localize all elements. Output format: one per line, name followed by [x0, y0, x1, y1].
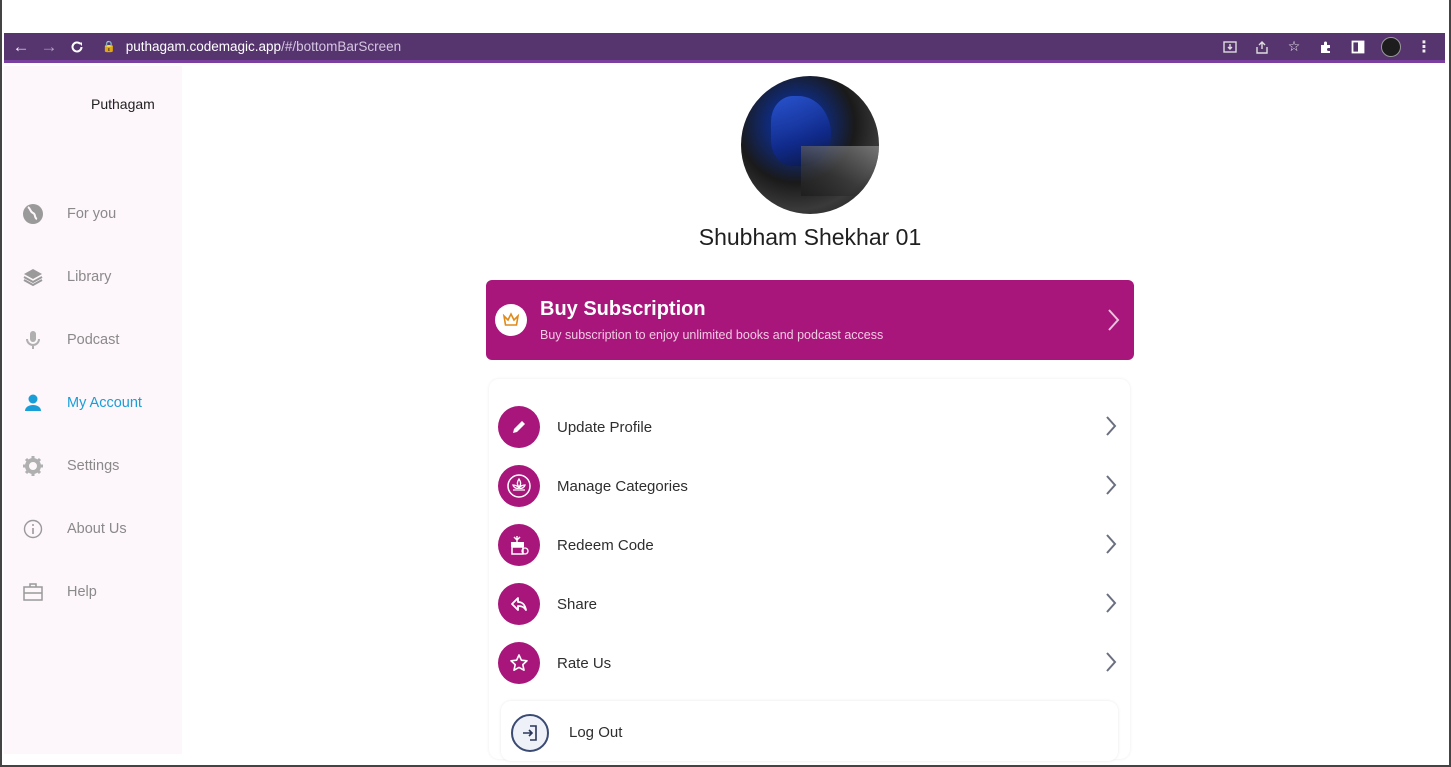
sidebar-item-label: About Us [67, 521, 127, 537]
sidebar-item-label: For you [67, 206, 117, 222]
buy-subscription-card[interactable]: Buy Subscription Buy subscription to enj… [486, 280, 1134, 360]
sidebar: Puthagam For you Library Podcast My Acco… [4, 66, 182, 754]
sidebar-item-label: Help [67, 584, 97, 600]
chevron-right-icon [1105, 415, 1117, 442]
person-icon [20, 391, 46, 415]
menu-item-label: Update Profile [557, 418, 653, 436]
logout-button[interactable]: Log Out [501, 701, 1118, 761]
microphone-icon [20, 328, 46, 352]
sidebar-item-label: Library [67, 269, 112, 285]
menu-item-rate-us[interactable]: Rate Us [498, 641, 1123, 685]
reload-icon[interactable] [66, 36, 88, 58]
categories-icon [498, 465, 540, 507]
profile-name: Shubham Shekhar 01 [698, 224, 922, 250]
account-content: Shubham Shekhar 01 Buy Subscription Buy … [182, 66, 1445, 761]
logout-label: Log Out [569, 724, 623, 741]
subscription-title: Buy Subscription [540, 298, 706, 320]
sidebar-item-my-account[interactable]: My Account [20, 391, 142, 415]
app-title: Puthagam [91, 96, 155, 112]
info-icon [20, 517, 46, 541]
back-arrow-icon[interactable]: ← [10, 36, 32, 58]
menu-item-label: Manage Categories [557, 477, 688, 495]
profile-avatar[interactable] [741, 76, 879, 214]
menu-item-update-profile[interactable]: Update Profile [498, 405, 1123, 449]
lock-icon: 🔒 [102, 41, 116, 53]
pencil-icon [498, 406, 540, 448]
gift-icon [498, 524, 540, 566]
menu-item-label: Rate Us [557, 654, 612, 672]
menu-item-share[interactable]: Share [498, 582, 1123, 626]
chevron-right-icon [1105, 474, 1117, 501]
url-host: puthagam.codemagic.app [125, 39, 282, 54]
subscription-description: Buy subscription to enjoy unlimited book… [540, 328, 884, 342]
globe-icon [20, 202, 46, 226]
browser-toolbar: ← → 🔒 puthagam.codemagic.app/#/bottomBar… [4, 33, 1445, 63]
sidebar-item-help[interactable]: Help [20, 580, 97, 604]
chevron-right-icon [1105, 592, 1117, 619]
profile-avatar-icon[interactable] [1381, 36, 1401, 57]
sidebar-item-about-us[interactable]: About Us [20, 517, 127, 541]
menu-item-label: Share [557, 595, 598, 613]
bookmark-star-icon[interactable]: ☆ [1285, 38, 1303, 56]
gear-icon [20, 454, 46, 478]
briefcase-icon [20, 580, 46, 604]
share-icon [498, 583, 540, 625]
more-menu-icon[interactable]: ⋮ [1415, 38, 1433, 56]
sidebar-item-podcast[interactable]: Podcast [20, 328, 119, 352]
sidebar-item-settings[interactable]: Settings [20, 454, 119, 478]
star-icon [498, 642, 540, 684]
extensions-icon[interactable] [1317, 38, 1335, 56]
share-page-icon[interactable] [1253, 38, 1271, 56]
logout-icon [511, 714, 549, 752]
sidebar-item-library[interactable]: Library [20, 265, 111, 289]
sidebar-item-label: Podcast [67, 332, 120, 348]
side-panel-icon[interactable] [1349, 38, 1367, 56]
chevron-right-icon [1105, 533, 1117, 560]
crown-icon [495, 304, 527, 336]
menu-item-manage-categories[interactable]: Manage Categories [498, 464, 1123, 508]
forward-arrow-icon[interactable]: → [38, 36, 60, 58]
menu-item-label: Redeem Code [557, 536, 654, 554]
url-path: /#/bottomBarScreen [281, 39, 402, 54]
layers-icon [20, 265, 46, 289]
menu-item-redeem-code[interactable]: Redeem Code [498, 523, 1123, 567]
sidebar-item-label: Settings [67, 458, 120, 474]
chevron-right-icon [1106, 308, 1120, 337]
sidebar-item-for-you[interactable]: For you [20, 202, 116, 226]
account-menu: Update Profile Manage Categories Redeem … [489, 379, 1130, 761]
address-bar[interactable]: 🔒 puthagam.codemagic.app/#/bottomBarScre… [102, 39, 401, 54]
install-icon[interactable] [1221, 38, 1239, 56]
chevron-right-icon [1105, 651, 1117, 678]
sidebar-item-label: My Account [67, 395, 142, 411]
